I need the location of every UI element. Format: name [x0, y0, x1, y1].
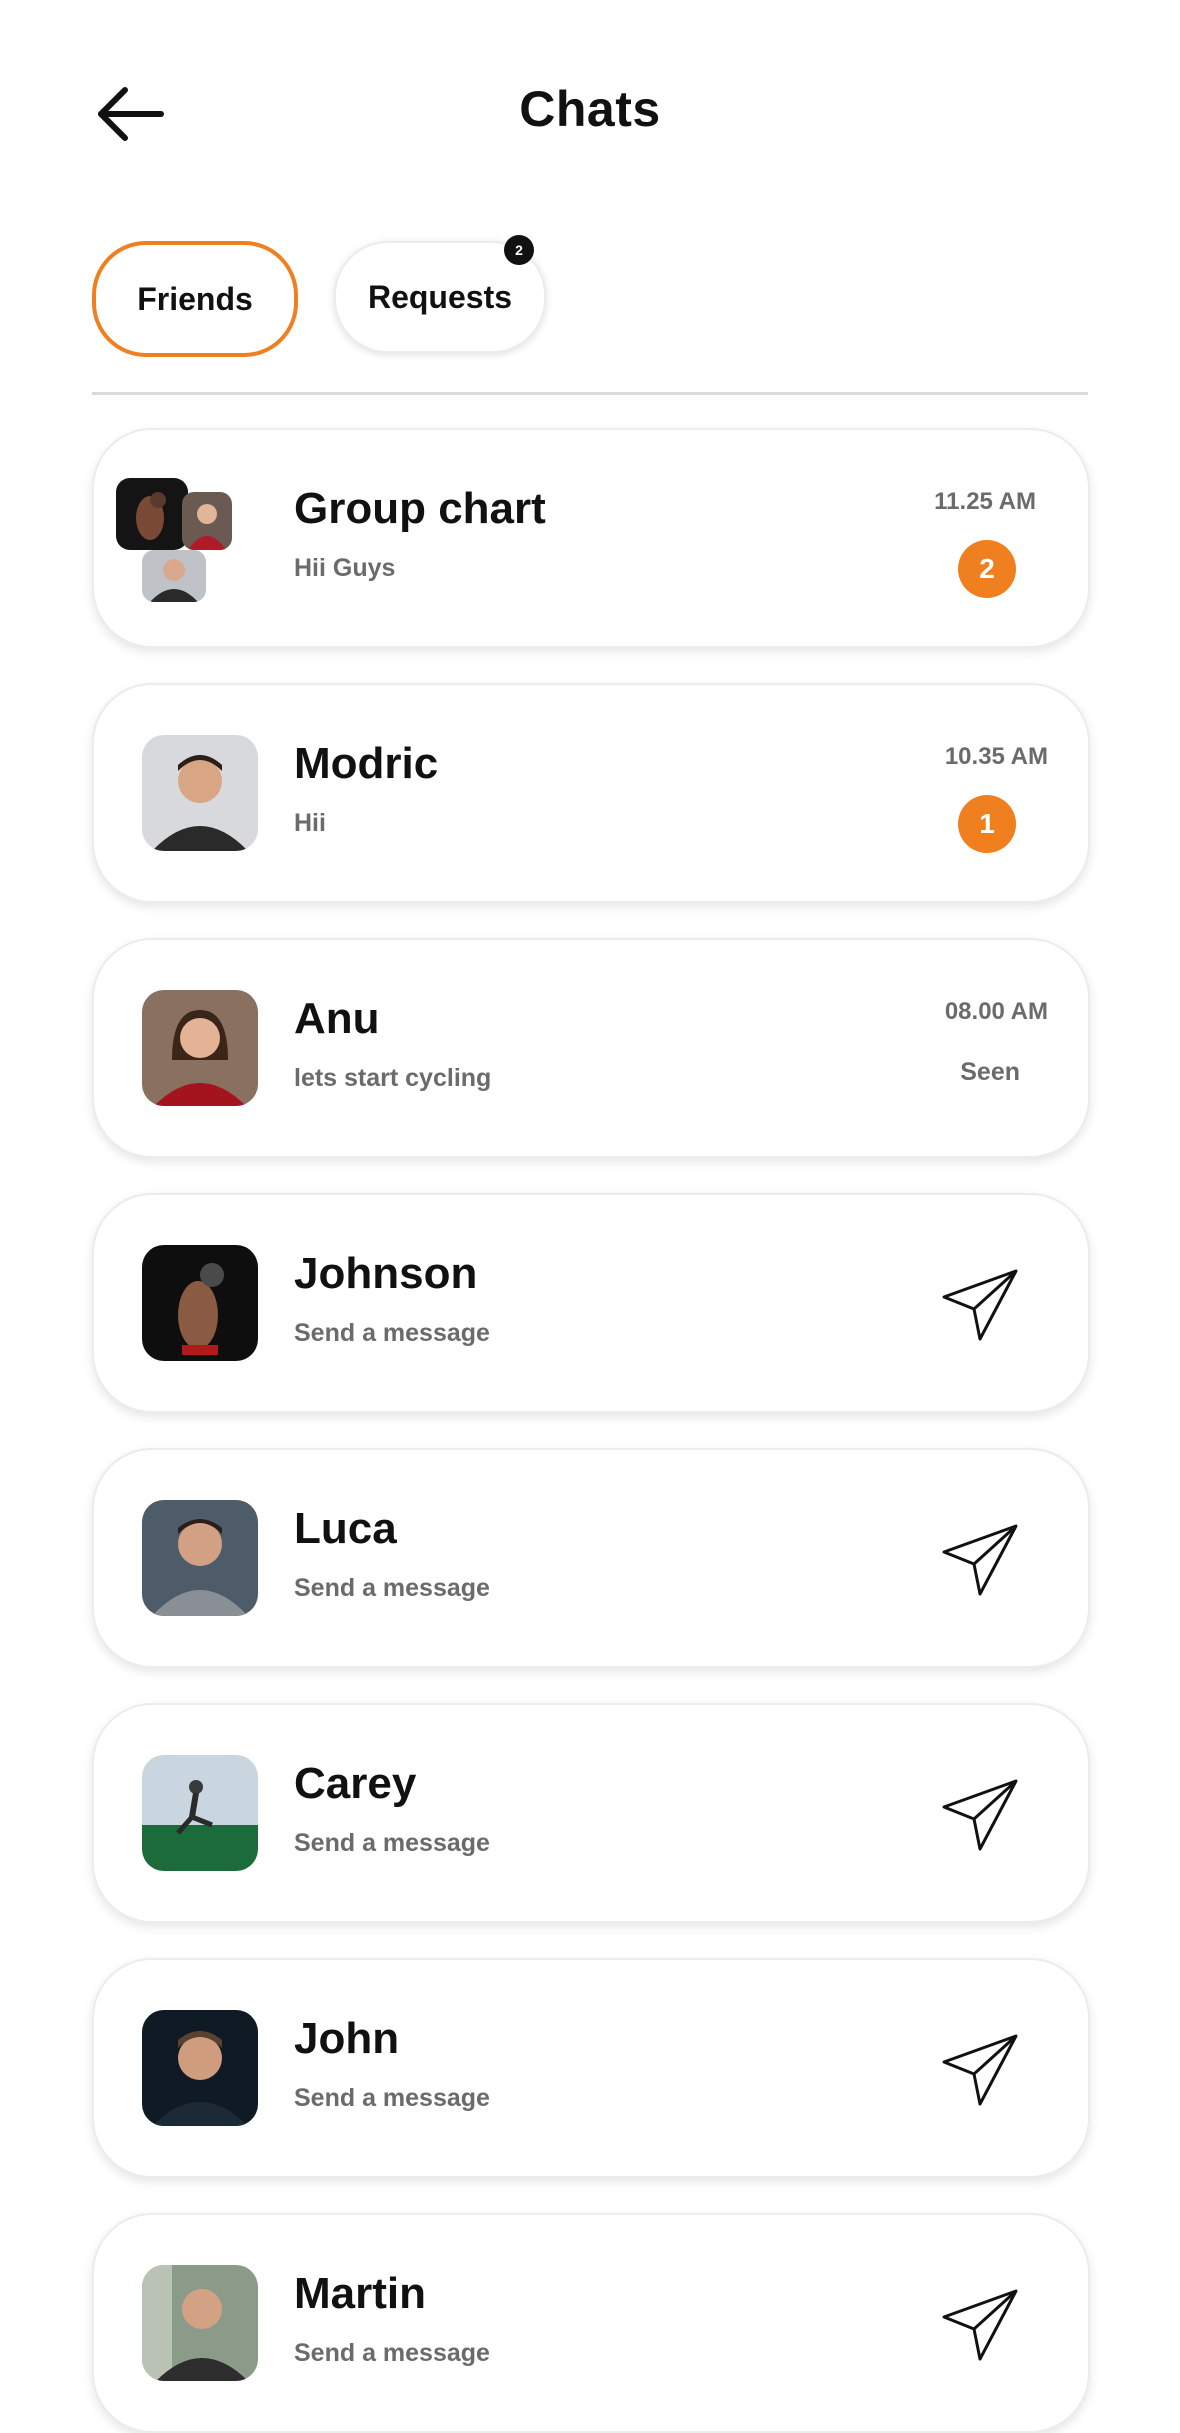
unread-badge: 2 [958, 540, 1016, 598]
send-icon [942, 1269, 1018, 1341]
chat-item-group[interactable]: Group chart Hii Guys 11.25 AM 2 [92, 428, 1090, 648]
chat-item-luca[interactable]: Luca Send a message [92, 1448, 1090, 1668]
send-button[interactable] [940, 2287, 1020, 2363]
chat-last-message: Send a message [294, 1319, 490, 1347]
chat-name: Modric [294, 739, 439, 788]
chat-name: John [294, 2014, 400, 2063]
avatar [142, 735, 258, 851]
chat-item-anu[interactable]: Anu lets start cycling 08.00 AM Seen [92, 938, 1090, 1158]
chat-name: Carey [294, 1759, 417, 1808]
chat-time: 11.25 AM [934, 488, 1036, 515]
unread-badge: 1 [958, 795, 1016, 853]
send-button[interactable] [940, 2032, 1020, 2108]
send-icon [942, 2034, 1018, 2106]
chat-last-message: Send a message [294, 2084, 490, 2112]
chat-name: Johnson [294, 1249, 478, 1298]
page-title: Chats [519, 81, 661, 137]
send-button[interactable] [940, 1522, 1020, 1598]
avatar [142, 2265, 258, 2381]
avatar [142, 2010, 258, 2126]
chat-item-modric[interactable]: Modric Hii 10.35 AM 1 [92, 683, 1090, 903]
avatar [142, 1245, 258, 1361]
tab-requests-label: Requests [367, 278, 513, 315]
avatar [142, 1755, 258, 1871]
send-icon [942, 1524, 1018, 1596]
chat-last-message: Hii [294, 809, 326, 837]
chat-tabs: Friends Requests 2 [92, 235, 546, 357]
chat-item-johnson[interactable]: Johnson Send a message [92, 1193, 1090, 1413]
group-avatar-1 [116, 478, 188, 550]
avatar [142, 1500, 258, 1616]
send-icon [942, 1779, 1018, 1851]
chat-last-message: lets start cycling [294, 1064, 492, 1092]
chat-last-message: Send a message [294, 2339, 490, 2367]
group-avatar-3 [142, 550, 206, 602]
chat-name: Anu [294, 994, 380, 1043]
send-button[interactable] [940, 1777, 1020, 1853]
send-button[interactable] [940, 1267, 1020, 1343]
header: Chats [0, 0, 1180, 220]
chat-time: 10.35 AM [944, 743, 1048, 770]
group-avatar-2 [182, 492, 232, 550]
tab-friends[interactable]: Friends [92, 241, 298, 357]
chat-item-john[interactable]: John Send a message [92, 1958, 1090, 2178]
avatar [142, 990, 258, 1106]
tab-friends-label: Friends [137, 280, 253, 317]
tab-requests[interactable]: Requests 2 [334, 235, 546, 353]
send-icon [942, 2289, 1018, 2361]
chat-name: Luca [294, 1504, 397, 1553]
divider [92, 392, 1088, 395]
chat-name: Group chart [294, 484, 546, 533]
chat-time: 08.00 AM [944, 998, 1048, 1025]
chat-item-carey[interactable]: Carey Send a message [92, 1703, 1090, 1923]
seen-status: Seen [960, 1058, 1020, 1086]
chat-last-message: Send a message [294, 1574, 490, 1602]
requests-count-badge: 2 [504, 235, 534, 265]
chat-name: Martin [294, 2269, 426, 2318]
chat-last-message: Send a message [294, 1829, 490, 1857]
chat-last-message: Hii Guys [294, 554, 396, 582]
chat-item-martin[interactable]: Martin Send a message [92, 2213, 1090, 2433]
